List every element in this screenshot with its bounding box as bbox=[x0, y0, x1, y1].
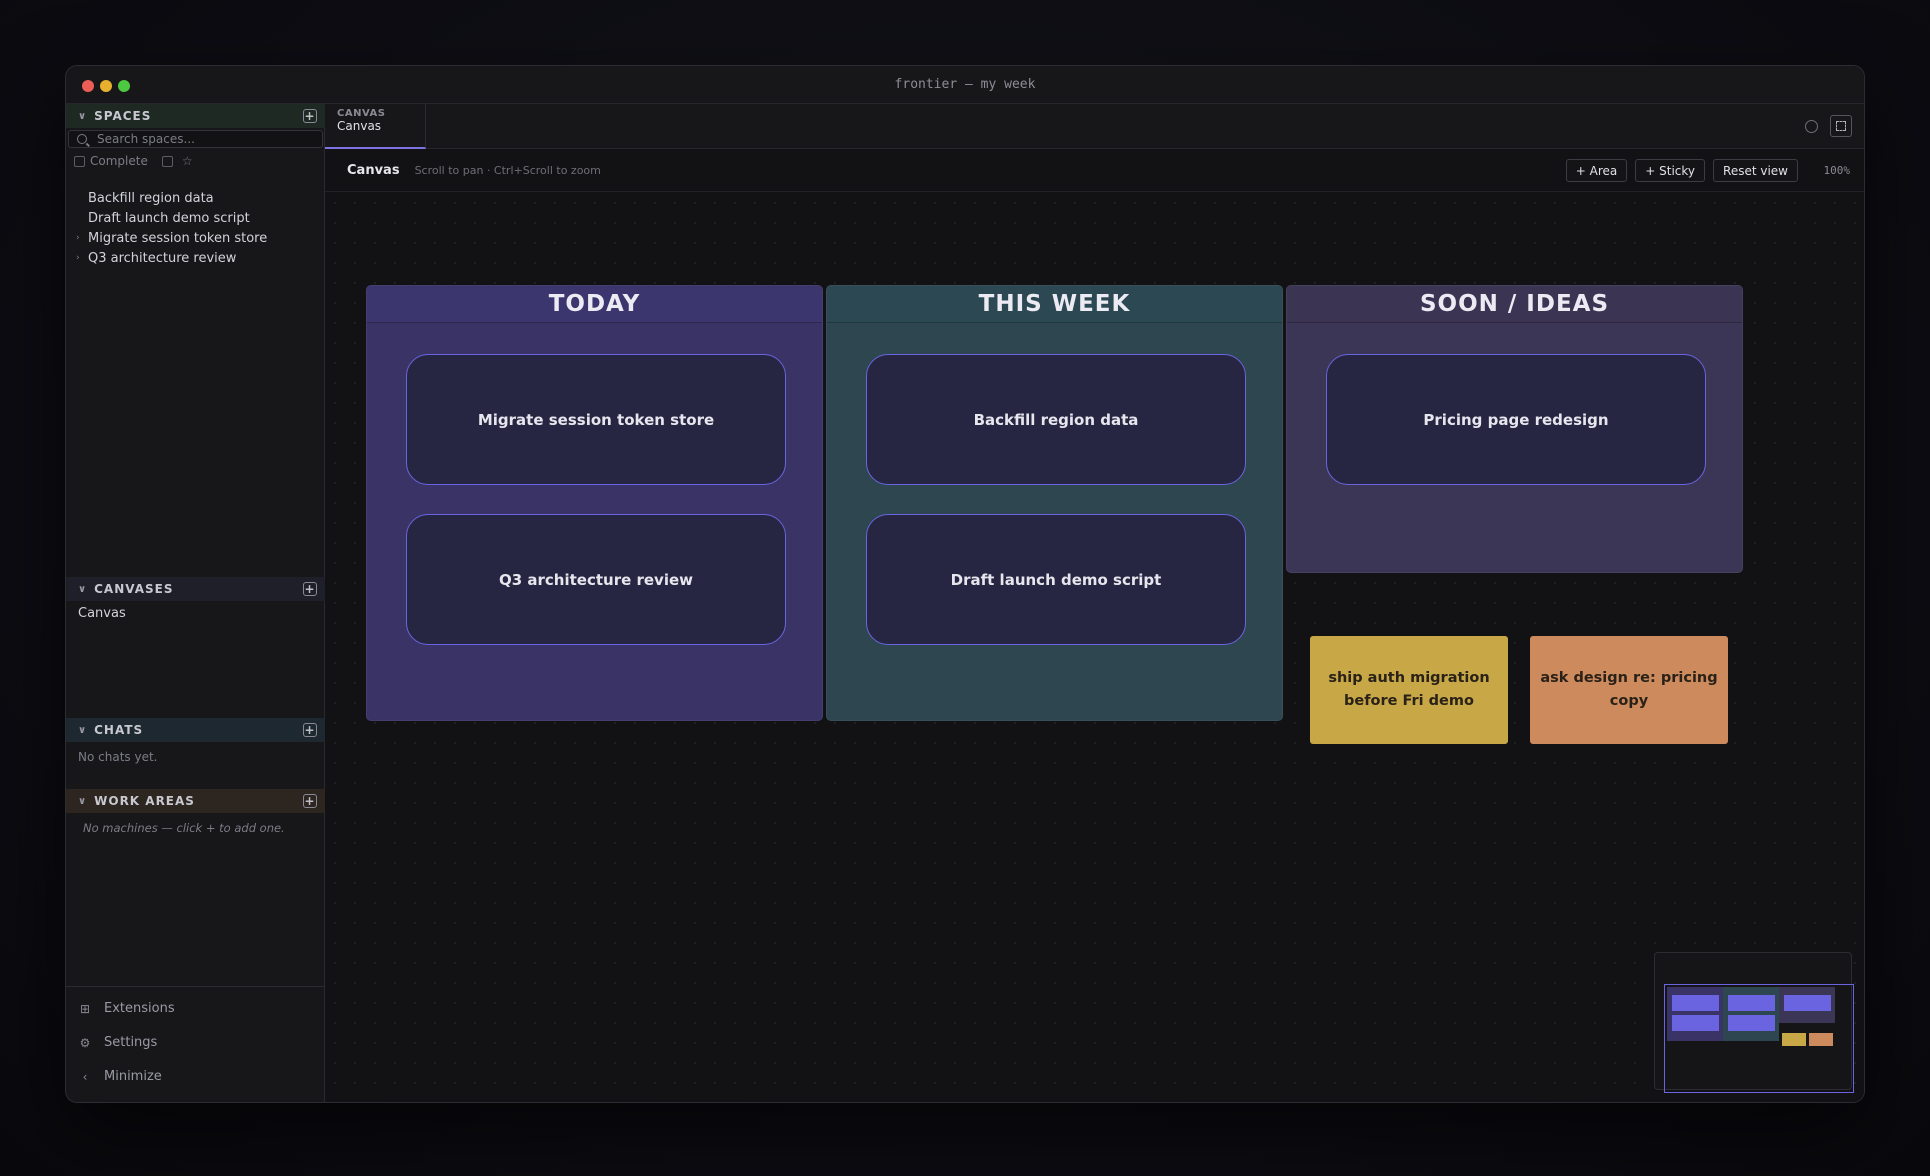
title-bar: frontier — my week bbox=[66, 66, 1864, 104]
canvas-board[interactable]: TODAY Migrate session token store Q3 arc… bbox=[325, 193, 1864, 1102]
space-item[interactable]: Backfill region data bbox=[76, 188, 267, 208]
canvases-header-label: CANVASES bbox=[94, 582, 174, 596]
settings-label: Settings bbox=[104, 1035, 158, 1050]
space-item[interactable]: › Q3 architecture review bbox=[76, 248, 267, 268]
space-card[interactable]: Migrate session token store bbox=[406, 354, 786, 485]
chats-header-label: CHATS bbox=[94, 723, 144, 737]
close-window-button[interactable] bbox=[82, 80, 94, 92]
spaces-header-label: SPACES bbox=[94, 109, 152, 123]
minimize-sidebar-button[interactable]: ‹ Minimize bbox=[78, 1069, 162, 1084]
canvases-section-header[interactable]: ∨ CANVASES + bbox=[66, 577, 325, 601]
chevron-right-icon[interactable]: › bbox=[76, 233, 88, 243]
gear-icon: ⚙ bbox=[79, 1035, 91, 1050]
add-area-button[interactable]: + Area bbox=[1565, 159, 1628, 182]
space-item[interactable]: › Migrate session token store bbox=[76, 228, 267, 248]
app-window: frontier — my week ∨ SPACES + Search spa… bbox=[65, 65, 1865, 1103]
chevron-left-icon: ‹ bbox=[82, 1069, 88, 1084]
minimap-viewport[interactable] bbox=[1664, 984, 1854, 1093]
chevron-down-icon: ∨ bbox=[78, 724, 88, 736]
complete-filter-checkbox[interactable] bbox=[74, 155, 85, 167]
reset-view-button[interactable]: Reset view bbox=[1713, 159, 1798, 182]
add-space-button[interactable]: + bbox=[303, 109, 317, 123]
expand-icon bbox=[1836, 121, 1846, 131]
tab-kind: CANVAS bbox=[337, 108, 386, 119]
canvas-title: Canvas bbox=[347, 162, 400, 178]
complete-filter-label: Complete bbox=[90, 154, 148, 168]
canvas-actions: + Area + Sticky Reset view bbox=[1565, 159, 1798, 182]
minimize-window-button[interactable] bbox=[100, 80, 112, 92]
tab-bar: CANVAS Canvas bbox=[325, 104, 1864, 149]
add-sticky-button[interactable]: + Sticky bbox=[1635, 159, 1706, 182]
space-card[interactable]: Q3 architecture review bbox=[406, 514, 786, 645]
search-icon bbox=[77, 134, 87, 144]
extensions-button[interactable]: ⊞ Extensions bbox=[78, 1001, 175, 1016]
chevron-down-icon: ∨ bbox=[78, 110, 88, 122]
canvas-hint: Scroll to pan · Ctrl+Scroll to zoom bbox=[414, 163, 601, 177]
zoom-level: 100% bbox=[1823, 164, 1851, 177]
no-machines-message: No machines — click + to add one. bbox=[83, 821, 285, 835]
sticky-note[interactable]: ask design re: pricing copy bbox=[1530, 636, 1728, 744]
starred-filter-checkbox[interactable] bbox=[161, 155, 173, 167]
space-label: Migrate session token store bbox=[88, 230, 268, 246]
area-title: TODAY bbox=[367, 286, 822, 323]
canvas-list-item[interactable]: Canvas bbox=[78, 606, 126, 621]
work-areas-section-header[interactable]: ∨ WORK AREAS + bbox=[66, 789, 325, 813]
history-icon[interactable] bbox=[1805, 119, 1818, 133]
star-icon: ☆ bbox=[181, 154, 193, 168]
fullscreen-button[interactable] bbox=[1830, 115, 1852, 137]
search-spaces-input[interactable]: Search spaces... bbox=[68, 130, 323, 148]
area-title: THIS WEEK bbox=[827, 286, 1282, 323]
area-soon-ideas[interactable]: SOON / IDEAS Pricing page redesign bbox=[1286, 285, 1743, 573]
chevron-down-icon: ∨ bbox=[78, 795, 88, 807]
grid-icon: ⊞ bbox=[79, 1001, 91, 1016]
sidebar: ∨ SPACES + Search spaces... Complete ☆ B… bbox=[66, 104, 325, 1102]
sidebar-bottom-nav: ⊞ Extensions ⚙ Settings ‹ Minimize bbox=[66, 986, 325, 1102]
window-controls bbox=[82, 80, 130, 92]
space-filters: Complete ☆ bbox=[74, 154, 193, 168]
space-card[interactable]: Backfill region data bbox=[866, 354, 1246, 485]
space-label: Draft launch demo script bbox=[88, 210, 250, 226]
space-label: Backfill region data bbox=[88, 190, 214, 206]
settings-button[interactable]: ⚙ Settings bbox=[78, 1035, 158, 1050]
area-title: SOON / IDEAS bbox=[1287, 286, 1742, 323]
chevron-right-icon[interactable]: › bbox=[76, 253, 88, 263]
add-machine-button[interactable]: + bbox=[303, 794, 317, 808]
space-list: Backfill region data Draft launch demo s… bbox=[76, 188, 267, 268]
work-areas-header-label: WORK AREAS bbox=[94, 794, 195, 808]
space-card[interactable]: Pricing page redesign bbox=[1326, 354, 1706, 485]
space-label: Q3 architecture review bbox=[88, 250, 237, 266]
space-item[interactable]: Draft launch demo script bbox=[76, 208, 267, 228]
minimize-label: Minimize bbox=[104, 1069, 162, 1084]
canvas-toolbar: Canvas Scroll to pan · Ctrl+Scroll to zo… bbox=[325, 149, 1864, 192]
extensions-label: Extensions bbox=[104, 1001, 175, 1016]
area-this-week[interactable]: THIS WEEK Backfill region data Draft lau… bbox=[826, 285, 1283, 721]
no-chats-message: No chats yet. bbox=[78, 750, 158, 764]
tab-canvas[interactable]: CANVAS Canvas bbox=[325, 104, 426, 149]
chevron-down-icon: ∨ bbox=[78, 583, 88, 595]
add-canvas-button[interactable]: + bbox=[303, 582, 317, 596]
space-card[interactable]: Draft launch demo script bbox=[866, 514, 1246, 645]
maximize-window-button[interactable] bbox=[118, 80, 130, 92]
area-today[interactable]: TODAY Migrate session token store Q3 arc… bbox=[366, 285, 823, 721]
main-panel: CANVAS Canvas Canvas Scroll to pan · Ctr… bbox=[325, 104, 1864, 1102]
tab-bar-actions bbox=[1805, 115, 1852, 137]
window-title: frontier — my week bbox=[894, 77, 1036, 92]
add-chat-button[interactable]: + bbox=[303, 723, 317, 737]
search-placeholder: Search spaces... bbox=[97, 132, 195, 146]
sticky-note[interactable]: ship auth migration before Fri demo bbox=[1310, 636, 1508, 744]
tab-name: Canvas bbox=[337, 119, 382, 133]
chats-section-header[interactable]: ∨ CHATS + bbox=[66, 718, 325, 742]
spaces-section-header[interactable]: ∨ SPACES + bbox=[66, 104, 325, 128]
minimap[interactable] bbox=[1654, 952, 1854, 1093]
